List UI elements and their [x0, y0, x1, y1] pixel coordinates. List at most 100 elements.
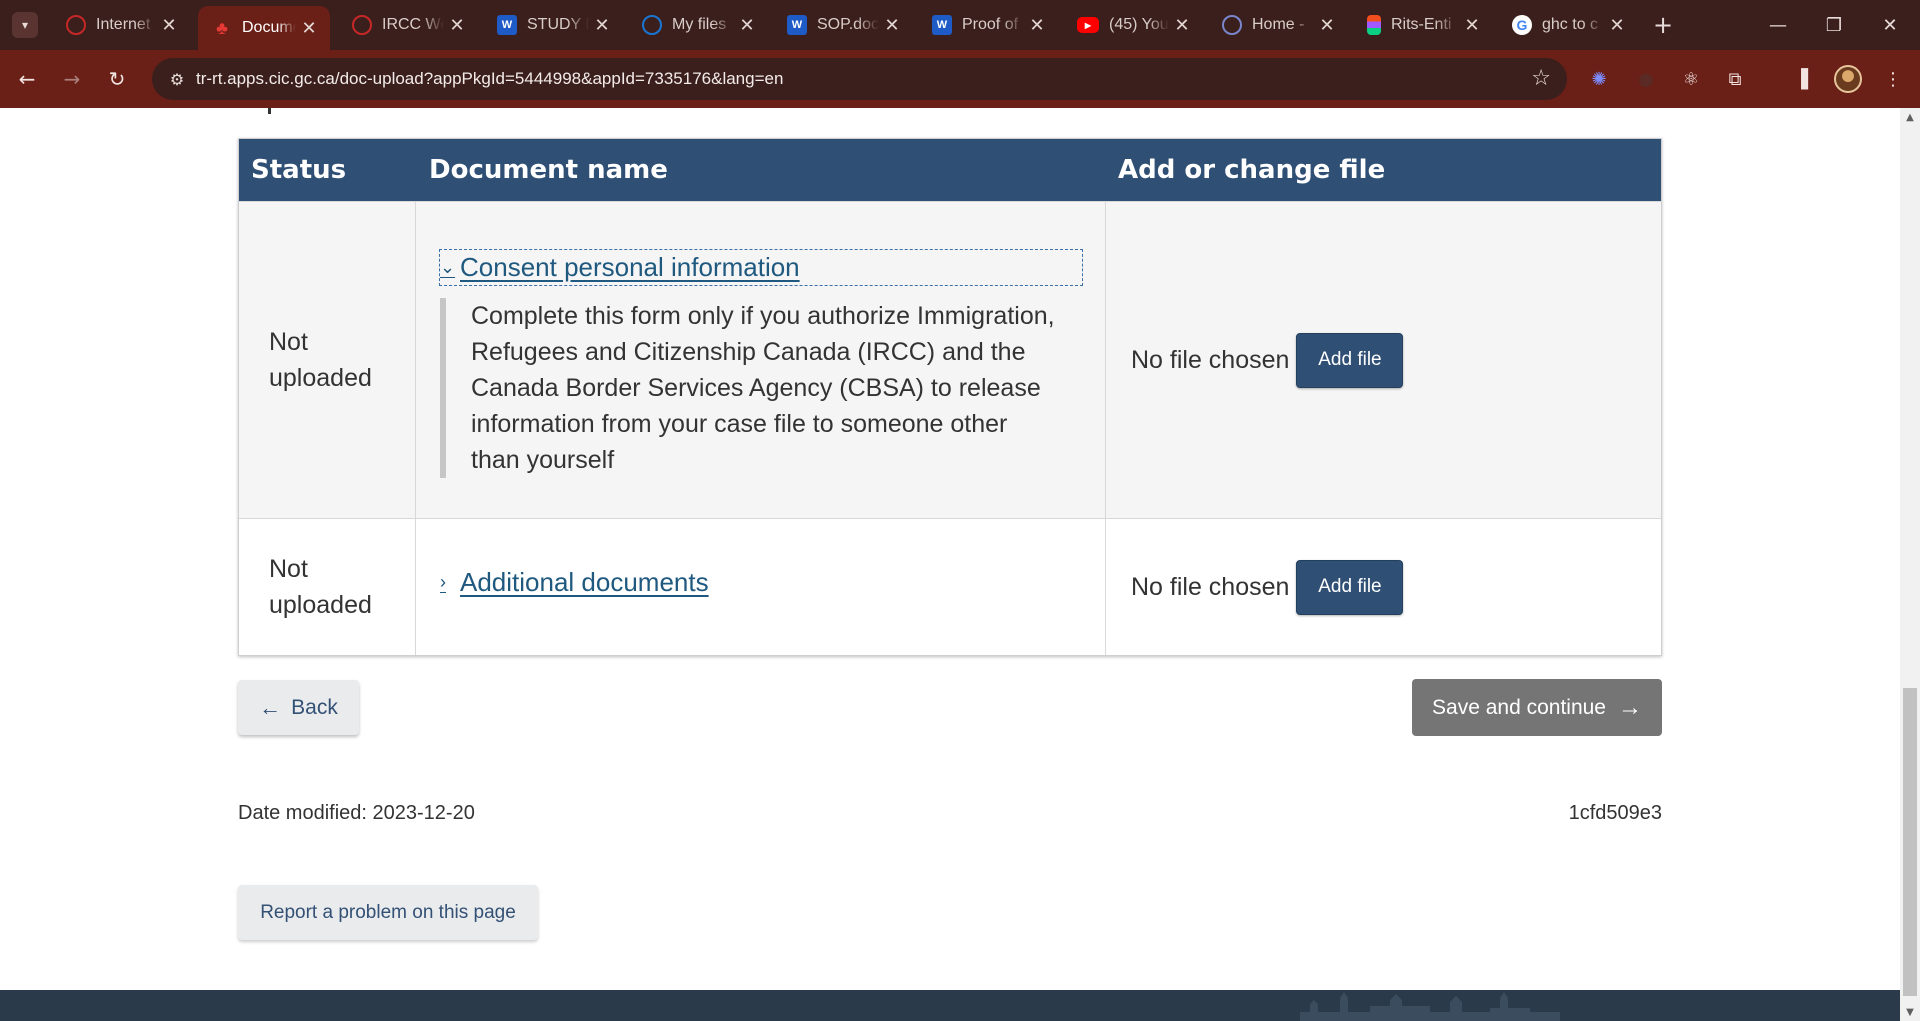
consent-personal-info-toggle[interactable]: ⌄ Consent personal information — [439, 249, 1083, 286]
row-status: Not uploaded — [239, 519, 416, 655]
parliament-skyline-graphic — [1300, 992, 1560, 1021]
tab-title: Docume — [242, 19, 296, 36]
arrow-right-icon: → — [1617, 693, 1642, 721]
tab-proof[interactable]: W Proof of ✕ — [918, 8, 1058, 42]
react-devtools-icon[interactable]: ⚛ — [1678, 66, 1704, 92]
scrollbar-thumb[interactable] — [1903, 688, 1917, 996]
close-icon[interactable]: ✕ — [444, 15, 470, 36]
word-icon: W — [787, 15, 807, 35]
tab-title: (45) You — [1109, 16, 1169, 33]
save-and-continue-button[interactable]: Save and continue → — [1412, 679, 1662, 736]
tab-title: Internet — [96, 16, 151, 33]
tab-study[interactable]: W STUDY P ✕ — [483, 8, 623, 42]
close-icon[interactable]: ✕ — [296, 18, 322, 39]
documents-table: Status Document name Add or change file … — [238, 138, 1662, 656]
bookmark-star-icon[interactable]: ☆ — [1531, 66, 1551, 91]
date-modified: Date modified: 2023-12-20 — [238, 802, 475, 825]
table-header: Status Document name Add or change file — [239, 139, 1661, 201]
tab-google[interactable]: G ghc to c ✕ — [1498, 8, 1638, 42]
tab-title: Rits-Enti — [1391, 16, 1452, 33]
cut-off-heading — [268, 108, 278, 114]
page-content: Status Document name Add or change file … — [0, 108, 1920, 1021]
close-icon[interactable]: ✕ — [589, 15, 615, 36]
close-icon[interactable]: ✕ — [734, 15, 760, 36]
file-status: No file chosen — [1131, 345, 1290, 374]
tab-internet[interactable]: Internet ✕ — [52, 8, 190, 42]
tab-search-chevron-icon[interactable]: ▾ — [12, 12, 38, 38]
date-modified-value: 2023-12-20 — [372, 802, 475, 824]
google-icon: G — [1512, 15, 1532, 35]
table-row: Not uploaded › Additional documents No f… — [239, 518, 1661, 655]
row-document-name: ⌄ Consent personal information Complete … — [416, 202, 1106, 518]
report-problem-button[interactable]: Report a problem on this page — [238, 885, 538, 940]
document-link-label: Consent personal information — [460, 252, 800, 282]
arrow-left-icon: ← — [259, 694, 282, 720]
close-icon[interactable]: ✕ — [1024, 15, 1050, 36]
close-icon[interactable]: ✕ — [1604, 15, 1630, 36]
profile-avatar[interactable] — [1834, 65, 1862, 93]
url-text[interactable]: tr-rt.apps.cic.gc.ca/doc-upload?appPkgId… — [196, 69, 783, 89]
ircc-icon — [66, 15, 86, 35]
site-info-icon[interactable]: ⚙ — [166, 68, 188, 90]
file-status: No file chosen — [1131, 572, 1290, 601]
page-scrollbar[interactable]: ▲ ▼ — [1900, 108, 1920, 1021]
version-id: 1cfd509e3 — [1568, 802, 1662, 824]
document-details: Complete this form only if you authorize… — [440, 298, 1060, 478]
scroll-down-arrow-icon[interactable]: ▼ — [1904, 1007, 1916, 1019]
new-tab-plus-icon[interactable]: + — [1648, 10, 1678, 40]
address-bar[interactable]: ⚙ tr-rt.apps.cic.gc.ca/doc-upload?appPkg… — [152, 58, 1567, 100]
add-file-button[interactable]: Add file — [1296, 559, 1404, 615]
date-modified-label: Date modified: — [238, 802, 367, 824]
tab-title: SOP.doc — [817, 16, 879, 33]
tab-youtube[interactable]: ▶ (45) You ✕ — [1063, 8, 1203, 42]
back-arrow-icon[interactable]: ← — [12, 64, 42, 94]
tab-documents[interactable]: ♣ Docume ✕ — [198, 6, 330, 50]
word-icon: W — [497, 15, 517, 35]
forward-arrow-icon[interactable]: → — [57, 64, 87, 94]
figma-icon — [1367, 15, 1381, 35]
extension-sparkle-icon[interactable]: ✺ — [1586, 66, 1612, 92]
scroll-up-arrow-icon[interactable]: ▲ — [1904, 112, 1916, 124]
tab-title: Proof of — [962, 16, 1019, 33]
back-button[interactable]: ← Back — [238, 680, 359, 735]
chevron-right-icon: › — [440, 572, 446, 592]
tab-title: STUDY P — [527, 16, 589, 33]
chevron-down-icon: ⌄ — [440, 257, 456, 277]
back-label: Back — [291, 695, 338, 719]
extension-hidden-icon[interactable]: ● — [1633, 66, 1659, 92]
window-close-icon[interactable]: ✕ — [1862, 0, 1918, 50]
close-icon[interactable]: ✕ — [156, 15, 182, 36]
close-icon[interactable]: ✕ — [1169, 15, 1195, 36]
minimize-icon[interactable]: — — [1750, 0, 1806, 50]
site-footer — [0, 990, 1920, 1021]
tab-ircc[interactable]: IRCC We ✕ — [338, 8, 478, 42]
add-file-button[interactable]: Add file — [1296, 332, 1404, 388]
menu-kebab-icon[interactable]: ⋮ — [1880, 66, 1906, 92]
row-file-cell: No file chosen Add file — [1106, 202, 1661, 518]
reload-icon[interactable]: ↻ — [102, 64, 132, 94]
row-document-name: › Additional documents — [416, 519, 1106, 655]
header-add-change-file: Add or change file — [1118, 155, 1386, 185]
extensions-puzzle-icon[interactable]: ⧉ — [1722, 66, 1748, 92]
tab-home[interactable]: Home - ✕ — [1208, 8, 1348, 42]
header-document-name: Document name — [429, 155, 668, 185]
tab-title: ghc to c — [1542, 16, 1599, 33]
tab-sop[interactable]: W SOP.doc ✕ — [773, 8, 913, 42]
additional-documents-toggle[interactable]: › Additional documents — [440, 567, 709, 598]
row-status: Not uploaded — [239, 202, 416, 518]
browser-tab-strip: ▾ Internet ✕ ♣ Docume ✕ IRCC We ✕ W STUD… — [0, 0, 1920, 50]
site-icon — [1222, 15, 1242, 35]
maple-leaf-icon: ♣ — [216, 17, 228, 38]
side-panel-icon[interactable]: ▐ — [1788, 66, 1814, 92]
tab-title: My files — [672, 16, 727, 33]
tab-title: Home - — [1252, 16, 1305, 33]
document-link-label: Additional documents — [460, 567, 709, 597]
close-icon[interactable]: ✕ — [1314, 15, 1340, 36]
close-icon[interactable]: ✕ — [879, 15, 905, 36]
restore-icon[interactable]: ❐ — [1806, 0, 1862, 50]
tab-figma[interactable]: Rits-Enti ✕ — [1353, 8, 1493, 42]
row-file-cell: No file chosen Add file — [1106, 519, 1661, 655]
close-icon[interactable]: ✕ — [1459, 15, 1485, 36]
onedrive-icon — [642, 15, 662, 35]
tab-my-files[interactable]: My files ✕ — [628, 8, 768, 42]
